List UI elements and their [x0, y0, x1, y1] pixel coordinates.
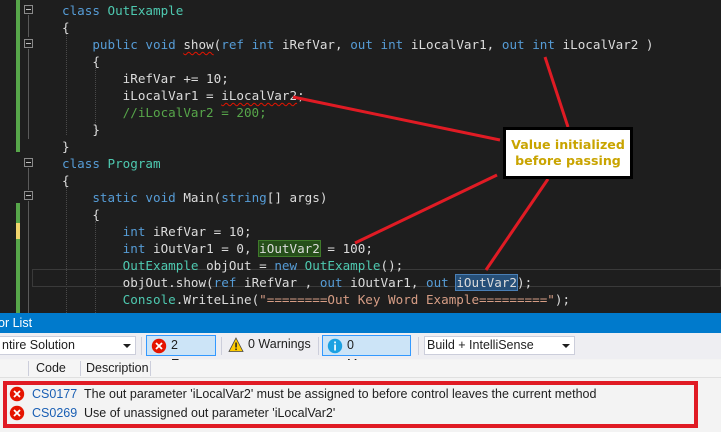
build-source-dropdown[interactable]: Build + IntelliSense — [424, 336, 575, 355]
column-header-code[interactable]: Code — [36, 360, 66, 377]
errors-filter-button[interactable]: 2 Errors — [146, 335, 216, 371]
chevron-down-icon — [562, 344, 570, 348]
column-header-description[interactable]: Description — [86, 360, 149, 377]
chevron-down-icon — [123, 344, 131, 348]
callout-text: Value initialized before passing — [511, 137, 625, 168]
arrow-to-ioutvar2-init — [354, 173, 498, 245]
error-list-toolbar: ntire Solution 2 Errors 0 Warnings 0 Mes… — [0, 333, 721, 371]
annotation-callout: Value initialized before passing — [503, 127, 633, 179]
info-icon — [327, 338, 343, 354]
arrow-to-param-ilocalvar2 — [543, 56, 570, 128]
arrow-to-ilocalvar2 — [292, 95, 501, 142]
warning-icon — [228, 337, 244, 352]
error-highlight-box — [3, 381, 698, 428]
scope-dropdown[interactable]: ntire Solution — [0, 336, 136, 355]
error-icon — [151, 338, 167, 354]
column-headers: Code Description — [0, 360, 721, 378]
panel-title: or List — [0, 316, 33, 330]
warnings-filter-button[interactable]: 0 Warnings — [224, 335, 314, 356]
messages-filter-button[interactable]: 0 Messages — [322, 335, 411, 371]
arrow-to-ioutvar2-arg — [484, 178, 550, 271]
panel-title-bar[interactable]: or List — [0, 313, 721, 333]
